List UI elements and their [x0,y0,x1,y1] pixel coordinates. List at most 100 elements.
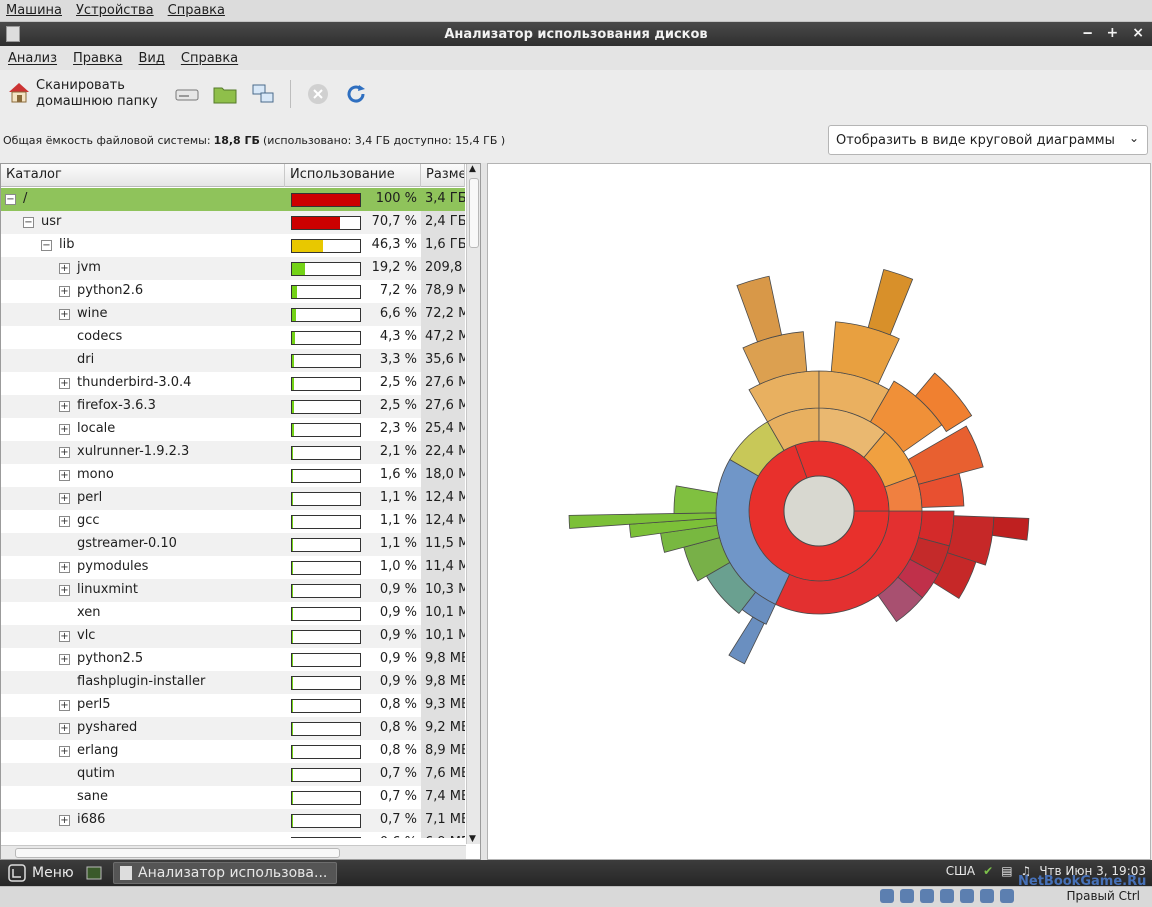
vertical-scrollbar[interactable]: ▲ ▼ [466,164,480,844]
close-button[interactable]: × [1132,25,1144,41]
view-mode-select[interactable]: Отобразить в виде круговой диаграммы ⌄ [828,125,1148,155]
ring-center[interactable] [783,475,855,547]
ring-segment[interactable] [673,485,719,514]
scan-remote-button[interactable] [250,81,276,107]
tree-row[interactable]: + perl 1,1 % 12,4 МБ [1,487,465,510]
collapse-icon[interactable]: − [23,217,34,228]
menu-edit[interactable]: Правка [73,51,122,66]
usb-icon[interactable] [940,889,954,903]
network-icon[interactable]: ▤ [1001,864,1012,878]
keyboard-layout[interactable]: США [946,864,975,878]
tree-row[interactable]: +xorg0,6 %6,9 МБ [1,832,465,838]
scan-filesystem-button[interactable] [174,81,200,107]
expand-icon[interactable]: + [59,470,70,481]
network-icon[interactable] [920,889,934,903]
tree-row[interactable]: + jvm 19,2 % 209,8 МБ [1,257,465,280]
tree-row[interactable]: + firefox-3.6.3 2,5 % 27,6 МБ [1,395,465,418]
refresh-button[interactable] [343,81,369,107]
tree-row[interactable]: + perl5 0,8 % 9,3 МБ [1,694,465,717]
ring-segment[interactable] [728,616,765,665]
tree-row[interactable]: + wine 6,6 % 72,2 МБ [1,303,465,326]
ring-chart-pane[interactable] [487,163,1151,860]
tree-row[interactable]: + python2.5 0,9 % 9,8 МБ [1,648,465,671]
tree-row[interactable]: − usr 70,7 % 2,4 ГБ [1,211,465,234]
shield-icon[interactable]: ✔ [983,864,993,878]
tree-row[interactable]: + erlang 0,8 % 8,9 МБ [1,740,465,763]
column-header-usage[interactable]: Использование [285,164,421,187]
tree-row[interactable]: −/ 100 % 3,4 ГБ [1,188,465,211]
ring-segment[interactable] [991,516,1030,541]
vbox-menu-help[interactable]: Справка [168,3,225,18]
expand-icon[interactable]: + [59,562,70,573]
start-menu-button[interactable]: Меню [0,864,102,882]
expand-icon[interactable]: + [59,424,70,435]
mouse-integration-icon[interactable] [1000,889,1014,903]
tree-row[interactable]: + xulrunner-1.9.2.3 2,1 % 22,4 МБ [1,441,465,464]
tree-row[interactable]: gstreamer-0.10 1,1 % 11,5 МБ [1,533,465,556]
ring-segment[interactable] [736,275,783,343]
expand-icon[interactable]: + [59,815,70,826]
expand-icon[interactable]: + [59,401,70,412]
scan-folder-button[interactable] [212,81,238,107]
expand-icon[interactable]: + [59,585,70,596]
column-header-size[interactable]: Размер [421,164,465,187]
tree-row[interactable]: qutim 0,7 % 7,6 МБ [1,763,465,786]
vbox-menu-machine[interactable]: Машина [6,3,62,18]
scan-home-button[interactable]: Сканировать домашнюю папку [6,78,158,110]
expand-icon[interactable]: + [59,654,70,665]
stop-button[interactable] [305,81,331,107]
tree-row-percent: 1,6 % [379,467,417,482]
expand-icon[interactable]: + [59,493,70,504]
scroll-down-icon[interactable]: ▼ [469,834,476,844]
collapse-icon[interactable]: − [5,194,16,205]
expand-icon[interactable]: + [59,447,70,458]
terminal-icon[interactable] [86,866,102,880]
tree-row[interactable]: codecs 4,3 % 47,2 МБ [1,326,465,349]
tree-row[interactable]: + locale 2,3 % 25,4 МБ [1,418,465,441]
collapse-icon[interactable]: − [41,240,52,251]
vbox-menu-devices[interactable]: Устройства [76,3,154,18]
tree-row[interactable]: xen 0,9 % 10,1 МБ [1,602,465,625]
menu-view[interactable]: Вид [139,51,165,66]
usage-bar [291,653,361,667]
minimize-button[interactable]: ‒ [1083,25,1093,41]
expand-icon[interactable]: + [59,378,70,389]
horizontal-scrollbar[interactable] [1,845,466,859]
scroll-up-icon[interactable]: ▲ [469,164,476,174]
tree-row[interactable]: + linuxmint 0,9 % 10,3 МБ [1,579,465,602]
tree-row[interactable]: + python2.6 7,2 % 78,9 МБ [1,280,465,303]
maximize-button[interactable]: + [1107,25,1119,41]
expand-icon[interactable]: + [59,516,70,527]
ring-chart[interactable] [488,164,1150,859]
tree-row[interactable]: + pyshared 0,8 % 9,2 МБ [1,717,465,740]
scrollbar-thumb[interactable] [15,848,340,858]
expand-icon[interactable]: + [59,746,70,757]
tree-row[interactable]: flashplugin-installer 0,9 % 9,8 МБ [1,671,465,694]
window-titlebar[interactable]: Анализатор использования дисков ‒ + × [0,22,1152,46]
expand-icon[interactable]: + [59,286,70,297]
tree-row[interactable]: + gcc 1,1 % 12,4 МБ [1,510,465,533]
tree-row[interactable]: + mono 1,6 % 18,0 МБ [1,464,465,487]
tree-row[interactable]: + thunderbird-3.0.4 2,5 % 27,6 МБ [1,372,465,395]
tree-row[interactable]: + i686 0,7 % 7,1 МБ [1,809,465,832]
tree-row[interactable]: + vlc 0,9 % 10,1 МБ [1,625,465,648]
expand-icon[interactable]: + [59,631,70,642]
cd-icon[interactable] [900,889,914,903]
menu-help[interactable]: Справка [181,51,238,66]
tree-row[interactable]: − lib 46,3 % 1,6 ГБ [1,234,465,257]
scrollbar-thumb[interactable] [469,178,479,248]
taskbar-window-button[interactable]: Анализатор использова... [113,862,337,884]
ring-segment[interactable] [867,269,914,336]
hdd-icon[interactable] [880,889,894,903]
expand-icon[interactable]: + [59,263,70,274]
expand-icon[interactable]: + [59,723,70,734]
shared-folder-icon[interactable] [960,889,974,903]
tree-row[interactable]: sane 0,7 % 7,4 МБ [1,786,465,809]
tree-row[interactable]: dri 3,3 % 35,6 МБ [1,349,465,372]
expand-icon[interactable]: + [59,700,70,711]
menu-analysis[interactable]: Анализ [8,51,57,66]
column-header-directory[interactable]: Каталог [1,164,285,187]
display-icon[interactable] [980,889,994,903]
tree-row[interactable]: + pymodules 1,0 % 11,4 МБ [1,556,465,579]
expand-icon[interactable]: + [59,309,70,320]
